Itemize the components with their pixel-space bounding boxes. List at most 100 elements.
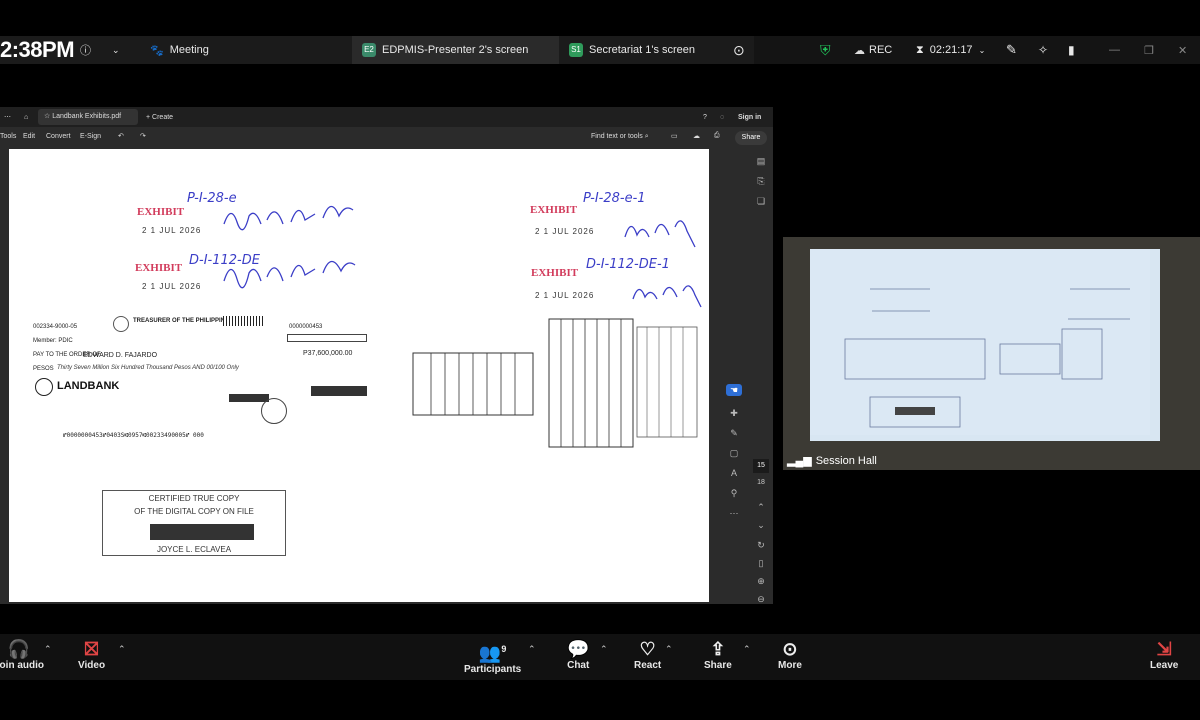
star-icon: ☆ <box>44 113 51 120</box>
menu-edit[interactable]: Edit <box>23 133 35 140</box>
share-button[interactable]: ⇪ Share <box>704 638 732 671</box>
participants-options-caret[interactable]: ⌃ <box>528 644 536 655</box>
signature-image <box>223 205 354 231</box>
menu-tools[interactable]: Tools <box>0 133 16 140</box>
timer-value: 02:21:17 <box>929 44 973 56</box>
chat-options-caret[interactable]: ⌃ <box>600 644 608 655</box>
react-options-caret[interactable]: ⌃ <box>665 644 673 655</box>
sign-in-link[interactable]: Sign in <box>738 114 761 121</box>
leave-button[interactable]: ⇲ Leave <box>1150 638 1178 671</box>
comment-icon[interactable]: ▤ <box>755 155 767 167</box>
check-payee: EDWARD D. FAJARDO <box>83 352 158 359</box>
rotate-icon[interactable]: ↻ <box>755 539 767 551</box>
stamp-date: 2 1 JUL 2026 <box>142 282 202 291</box>
check-account-number: 002334-9000-05 <box>33 324 78 330</box>
signature-image <box>632 285 702 308</box>
menu-convert[interactable]: Convert <box>46 133 71 140</box>
stamp-date: 2 1 JUL 2026 <box>535 291 595 300</box>
more-tools-icon[interactable]: ⋯ <box>728 507 740 519</box>
paw-icon: 🐾 <box>150 44 164 57</box>
minimize-icon[interactable]: — <box>1109 36 1120 64</box>
video-button[interactable]: ⛝ Video <box>78 638 105 671</box>
check-back-stamp-image <box>412 352 534 416</box>
print-icon[interactable]: ⎙ <box>714 132 720 140</box>
page-total: 18 <box>757 479 765 486</box>
meeting-timer[interactable]: ⧗ 02:21:17 ⌄ <box>916 36 985 64</box>
redaction-bar <box>150 524 254 540</box>
exhibit-label: EXHIBIT <box>530 204 578 216</box>
shape-icon[interactable]: ▢ <box>728 447 740 459</box>
menu-esign[interactable]: E-Sign <box>80 133 101 140</box>
annotate-icon[interactable]: ✎ <box>1006 36 1017 64</box>
pdf-share-button[interactable]: Share <box>735 131 767 145</box>
video-label: Video <box>78 660 106 671</box>
redo-icon[interactable]: ↷ <box>140 132 146 140</box>
check-member: Member: PDIC <box>33 338 73 344</box>
document-icon[interactable]: ▯ <box>755 557 767 569</box>
add-comment-icon[interactable]: ✚ <box>728 407 740 419</box>
pesos-label: PESOS <box>33 366 54 372</box>
close-icon[interactable]: ✕ <box>1178 36 1187 64</box>
shield-icon[interactable]: ⛨ <box>820 36 831 64</box>
tab-secretariat-screen[interactable]: S1 Secretariat 1's screen <box>559 36 705 64</box>
landbank-logo <box>35 378 53 396</box>
home-icon[interactable]: ⌂ <box>24 114 28 121</box>
chat-icon: 💬 <box>567 639 590 659</box>
round-stamp-image <box>261 398 287 424</box>
create-label: Create <box>152 113 174 121</box>
meeting-tab[interactable]: 🐾 Meeting <box>150 36 209 64</box>
rec-label: REC <box>869 44 893 56</box>
meeting-label: Meeting <box>169 44 209 56</box>
pointer-icon[interactable]: ✧ <box>1038 36 1048 64</box>
view-options-icon[interactable]: ▮ <box>1068 36 1075 64</box>
exhibit-label: EXHIBIT <box>135 262 183 274</box>
pages-icon[interactable]: ❏ <box>755 195 767 207</box>
share-options-caret[interactable]: ⌃ <box>743 644 751 655</box>
stamp-icon[interactable]: ⚲ <box>728 487 740 499</box>
recording-indicator[interactable]: ☁ REC <box>854 36 892 64</box>
bookmark-icon[interactable]: ⎘ <box>755 175 767 187</box>
cloud-upload-icon[interactable]: ☁ <box>693 132 700 140</box>
signature-image <box>624 220 696 248</box>
chat-button[interactable]: 💬 Chat <box>567 638 589 671</box>
certified-name: JOYCE L. ECLAVEA <box>156 545 232 554</box>
chevron-down-icon[interactable]: ⌄ <box>755 519 767 531</box>
pen-icon[interactable]: ✎ <box>728 427 740 439</box>
zoom-in-icon[interactable]: ⊕ <box>755 575 767 587</box>
check-back-stamp-image <box>548 318 698 448</box>
audio-options-caret[interactable]: ⌃ <box>44 644 52 655</box>
more-tabs-icon[interactable]: ⊙ <box>733 36 745 64</box>
chevron-up-icon[interactable]: ⌃ <box>755 501 767 513</box>
stamp-date: 2 1 JUL 2026 <box>535 227 595 236</box>
info-icon[interactable]: ⓘ <box>80 36 91 64</box>
help-icon[interactable]: ? <box>703 114 707 121</box>
select-tool-icon[interactable]: ☚ <box>726 384 742 396</box>
redaction-bar <box>311 386 367 396</box>
page-number[interactable]: 15 <box>753 459 769 473</box>
react-button[interactable]: ♡ React <box>634 638 661 671</box>
maximize-icon[interactable]: ❐ <box>1144 36 1154 64</box>
video-options-caret[interactable]: ⌃ <box>118 644 126 655</box>
exhibit-number: P-I-28-e-1 <box>583 191 646 206</box>
menu-icon[interactable]: ⋯ <box>4 113 11 121</box>
check-amount-words: Thirty Seven Million Six Hundred Thousan… <box>57 365 239 371</box>
check-bank: LANDBANK <box>57 380 120 392</box>
participants-button[interactable]: 👥9 Participants <box>464 638 521 675</box>
session-hall-video-tile[interactable]: ▂▄▆ Session Hall <box>783 237 1200 470</box>
exhibit-label: EXHIBIT <box>531 267 579 279</box>
tab-presenter-screen[interactable]: E2 EDPMIS-Presenter 2's screen <box>352 36 559 64</box>
layout-icon[interactable]: ▭ <box>671 132 678 140</box>
more-button[interactable]: ⊙ More <box>778 638 802 671</box>
redaction-bar <box>229 394 269 402</box>
undo-icon[interactable]: ↶ <box>118 132 124 140</box>
pdf-titlebar: ⋯ ⌂ ☆ Landbank Exhibits.pdf + Create ? ◌… <box>0 107 773 127</box>
join-audio-button[interactable]: 🎧 Join audio <box>0 638 44 671</box>
find-field[interactable]: Find text or tools ⌕ <box>591 133 649 141</box>
pdf-tab[interactable]: ☆ Landbank Exhibits.pdf <box>38 109 138 125</box>
zoom-out-icon[interactable]: ⊖ <box>755 593 767 605</box>
text-box-icon[interactable]: A <box>728 467 740 479</box>
chevron-down-icon[interactable]: ⌄ <box>112 36 120 64</box>
create-button[interactable]: + Create <box>146 114 173 121</box>
video-off-icon: ⛝ <box>84 639 99 659</box>
notification-icon[interactable]: ◌ <box>720 114 724 121</box>
